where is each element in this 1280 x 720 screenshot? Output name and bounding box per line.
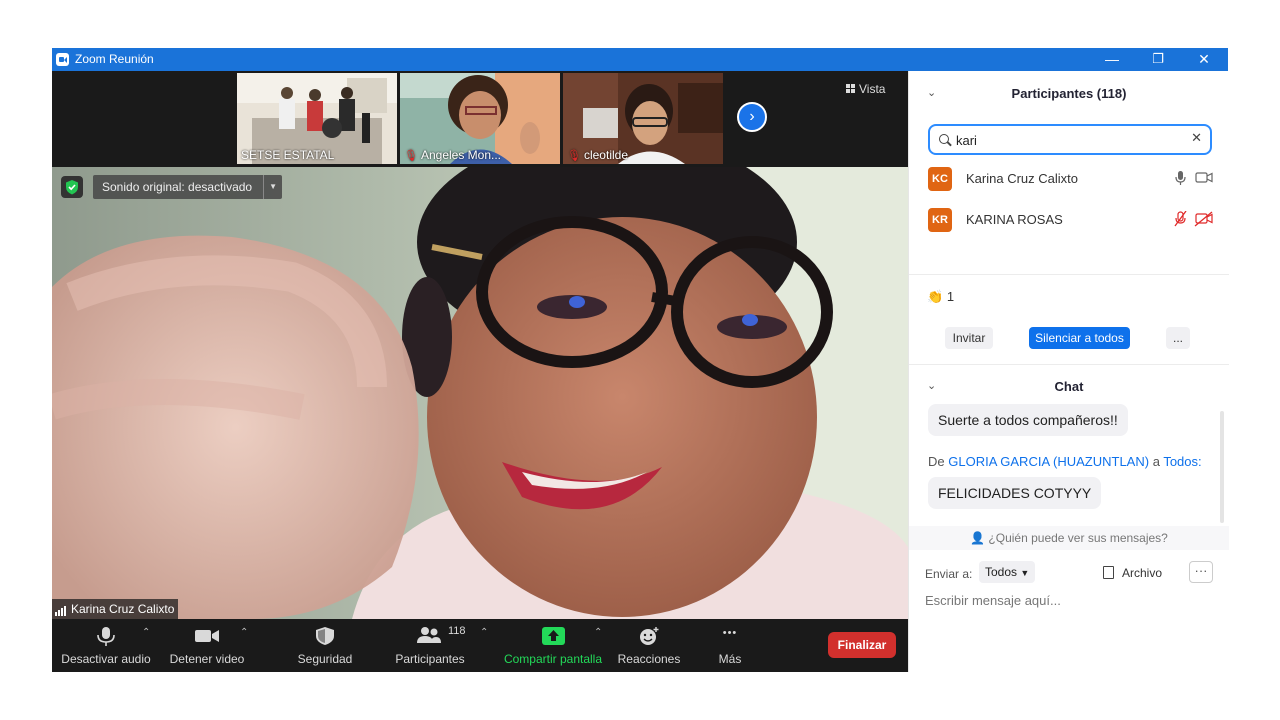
active-speaker-video: Sonido original: desactivado ▼ Karina Cr… [52,167,908,619]
speaker-name-label: Karina Cruz Calixto [52,599,179,619]
chat-scrollbar[interactable] [1220,411,1224,523]
collapse-chevron-icon[interactable]: ⌄ [927,86,936,99]
collapse-chevron-icon[interactable]: ⌄ [927,379,936,392]
muted-mic-icon: 🎙︎ [404,150,418,162]
chat-message-sender: De GLORIA GARCIA (HUAZUNTLAN) a Todos: [928,454,1202,469]
share-screen-button[interactable]: Compartir pantalla [500,619,606,672]
reactions-button[interactable]: Reacciones [614,619,684,672]
audio-options-chevron-icon[interactable]: ⌃ [142,627,150,638]
chat-message: FELICIDADES COTYYY [928,477,1102,509]
participant-status-icons [1174,170,1214,191]
title-bar: Zoom Reunión — ❐ ✕ [52,48,1228,71]
meeting-toolbar: Desactivar audio ⌃ Detener video ⌃ Segur… [52,619,908,672]
raised-reactions: 👏 1 [927,289,955,304]
share-options-chevron-icon[interactable]: ⌃ [594,627,602,638]
more-dots-icon: ••• [722,627,738,639]
participants-options-chevron-icon[interactable]: ⌃ [480,627,488,638]
video-area: SETSE ESTATAL 🎙︎ Angeles Mon... 🎙︎ cleot… [52,71,908,672]
video-off-icon [1194,211,1213,227]
participant-name: Karina Cruz Calixto [966,171,1078,186]
muted-mic-icon: 🎙︎ [567,150,581,162]
thumbnail-angeles[interactable]: 🎙︎ Angeles Mon... [400,73,560,164]
person-lock-icon: 👤 [970,531,986,545]
participant-name: KARINA ROSAS [966,212,1063,227]
invite-button[interactable]: Invitar [945,327,993,349]
thumbnail-setse-estatal[interactable]: SETSE ESTATAL [237,73,397,164]
share-screen-icon [542,627,565,645]
thumbnail-name: 🎙︎ Angeles Mon... [404,148,502,162]
divider [909,364,1229,365]
original-sound-toggle[interactable]: Sonido original: desactivado ▼ [93,175,283,199]
document-icon [1103,566,1114,579]
participant-row[interactable]: KR KARINA ROSAS [928,208,1218,232]
who-can-see-messages-link[interactable]: 👤 ¿Quién puede ver sus mensajes? [909,526,1229,550]
avatar: KR [928,208,952,232]
security-button[interactable]: Seguridad [288,619,362,672]
zoom-window: Zoom Reunión — ❐ ✕ SETSE ESTATAL 🎙︎ Ange… [52,48,1229,672]
clear-search-icon[interactable]: ✕ [1191,130,1202,146]
microphone-icon [97,627,115,646]
connection-signal-icon [55,602,67,616]
more-button[interactable]: ••• Más [700,619,760,672]
search-icon [939,134,949,144]
thumbnail-cleotilde[interactable]: 🎙︎ cleotilde [563,73,723,164]
divider [909,274,1229,275]
chat-message: Suerte a todos compañeros!! [928,404,1128,436]
view-button[interactable]: Vista [846,82,885,96]
file-button[interactable]: Archivo [1103,566,1162,580]
window-title: Zoom Reunión [75,52,154,66]
stop-video-button[interactable]: Detener video [164,619,250,672]
recipient-dropdown[interactable]: Todos ▼ [979,561,1036,583]
security-shield-icon[interactable] [61,176,83,198]
chat-more-button[interactable]: ··· [1189,561,1213,583]
participant-search-input[interactable] [956,131,1186,149]
chat-message-input[interactable]: Escribir mensaje aquí... [925,593,1061,608]
thumbnail-name: 🎙︎ cleotilde [567,148,628,162]
grid-view-icon [846,84,855,93]
participant-search-box[interactable]: ✕ [928,124,1212,155]
chat-header: ⌄ Chat [927,379,1084,394]
original-sound-dropdown-icon[interactable]: ▼ [263,175,282,199]
chevron-down-icon: ▼ [1020,568,1030,578]
shield-icon [316,627,334,645]
gallery-strip: SETSE ESTATAL 🎙︎ Angeles Mon... 🎙︎ cleot… [52,71,908,167]
end-meeting-button[interactable]: Finalizar [828,632,896,658]
more-options-button[interactable]: ... [1166,327,1190,349]
thumbnail-name: SETSE ESTATAL [241,148,335,162]
participants-button[interactable]: 118 Participantes [390,619,470,672]
microphone-icon [1175,171,1186,185]
video-options-chevron-icon[interactable]: ⌃ [240,627,248,638]
close-button[interactable]: ✕ [1181,48,1227,71]
mute-audio-button[interactable]: Desactivar audio [58,619,154,672]
zoom-app-icon [56,53,69,66]
side-panel: ⌄ Participantes (118) ✕ KC Karina Cruz C… [908,71,1229,672]
restore-button[interactable]: ❐ [1135,48,1181,71]
participant-row[interactable]: KC Karina Cruz Calixto [928,167,1218,191]
minimize-button[interactable]: — [1089,48,1135,71]
send-to-label: Enviar a: [925,567,973,581]
avatar: KC [928,167,952,191]
video-camera-icon [1195,172,1213,183]
reactions-smiley-icon [640,627,659,645]
next-page-button[interactable]: › [737,102,767,132]
participants-header: ⌄ Participantes (118) [927,86,1127,101]
participant-status-icons [1174,210,1214,232]
muted-microphone-icon [1174,210,1187,227]
mute-all-button[interactable]: Silenciar a todos [1029,327,1130,349]
clapping-hands-icon: 👏 [927,289,944,304]
video-camera-icon [195,630,219,642]
speaker-video-image [52,167,908,619]
participants-count: 118 [448,625,466,637]
